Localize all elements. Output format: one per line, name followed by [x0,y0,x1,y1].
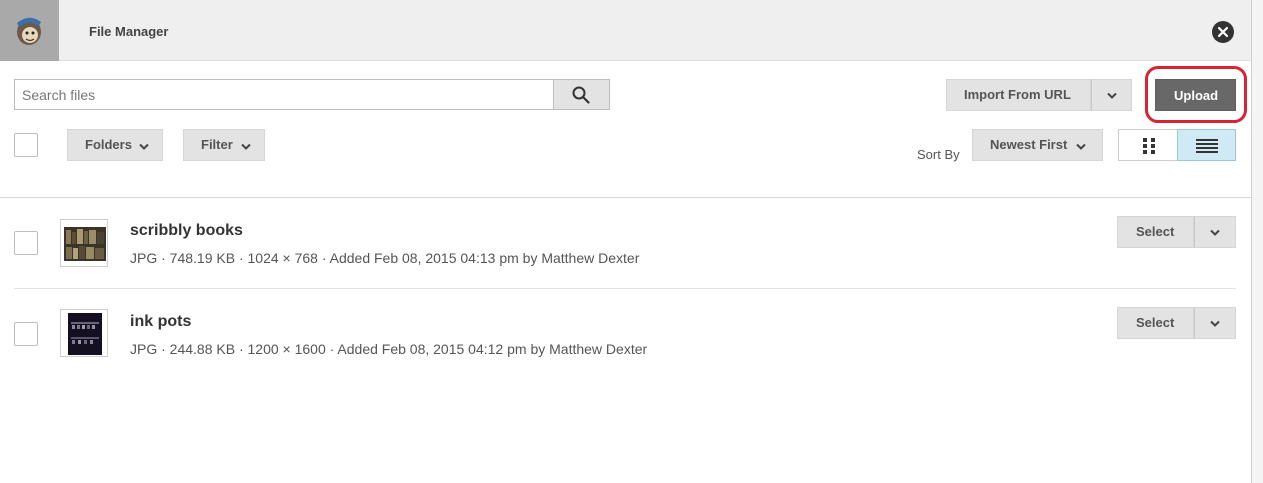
file-meta: JPG · 748.19 KB · 1024 × 768 · Added Feb… [130,250,640,266]
chevron-down-icon [241,143,251,150]
list-view-button[interactable] [1177,129,1236,161]
search-input[interactable] [15,80,552,109]
mailchimp-monkey-icon [17,17,41,45]
sort-value: Newest First [990,137,1068,152]
grid-view-button[interactable] [1118,129,1178,161]
logo [0,0,59,61]
chevron-down-icon [139,143,149,150]
file-options-dropdown[interactable] [1194,216,1236,248]
list-view-icon [1196,139,1218,153]
filter-dropdown[interactable]: Filter [183,129,265,161]
sort-by-label: Sort By [917,147,960,162]
upload-button[interactable]: Upload [1155,79,1236,111]
file-thumbnail[interactable] [60,219,108,267]
file-thumbnail[interactable] [60,309,108,357]
folders-dropdown[interactable]: Folders [67,129,163,161]
image-thumbnail-icon [64,223,106,265]
sort-dropdown[interactable]: Newest First [972,129,1103,161]
upload-label: Upload [1174,88,1219,103]
chevron-down-icon [1210,229,1220,236]
header-bar: File Manager [0,0,1251,61]
close-icon [1217,26,1229,38]
search-button[interactable] [553,80,609,109]
page-title: File Manager [89,24,169,39]
file-checkbox[interactable] [14,231,38,255]
import-from-url-button[interactable]: Import From URL [946,79,1091,111]
scrollbar[interactable] [1251,0,1263,483]
file-name[interactable]: scribbly books [130,222,243,240]
filter-label: Filter [201,137,233,152]
select-label: Select [1136,315,1175,330]
search-box [14,79,610,110]
select-all-checkbox[interactable] [14,133,38,157]
select-file-button[interactable]: Select [1117,216,1194,248]
close-button[interactable] [1212,21,1234,43]
file-name[interactable]: ink pots [130,313,191,331]
chevron-down-icon [1107,92,1117,99]
select-label: Select [1136,224,1175,239]
chevron-down-icon [1076,143,1086,150]
row-divider [14,288,1236,289]
import-from-url-label: Import From URL [964,87,1071,102]
search-icon [572,86,590,104]
image-thumbnail-icon [64,313,106,355]
select-file-button[interactable]: Select [1117,307,1194,339]
file-checkbox[interactable] [14,322,38,346]
grid-view-icon [1143,138,1155,154]
folders-label: Folders [85,137,132,152]
file-meta: JPG · 244.88 KB · 1200 × 1600 · Added Fe… [130,341,648,357]
chevron-down-icon [1210,320,1220,327]
toolbar-divider [0,197,1251,198]
file-options-dropdown[interactable] [1194,307,1236,339]
import-options-dropdown[interactable] [1091,79,1132,111]
